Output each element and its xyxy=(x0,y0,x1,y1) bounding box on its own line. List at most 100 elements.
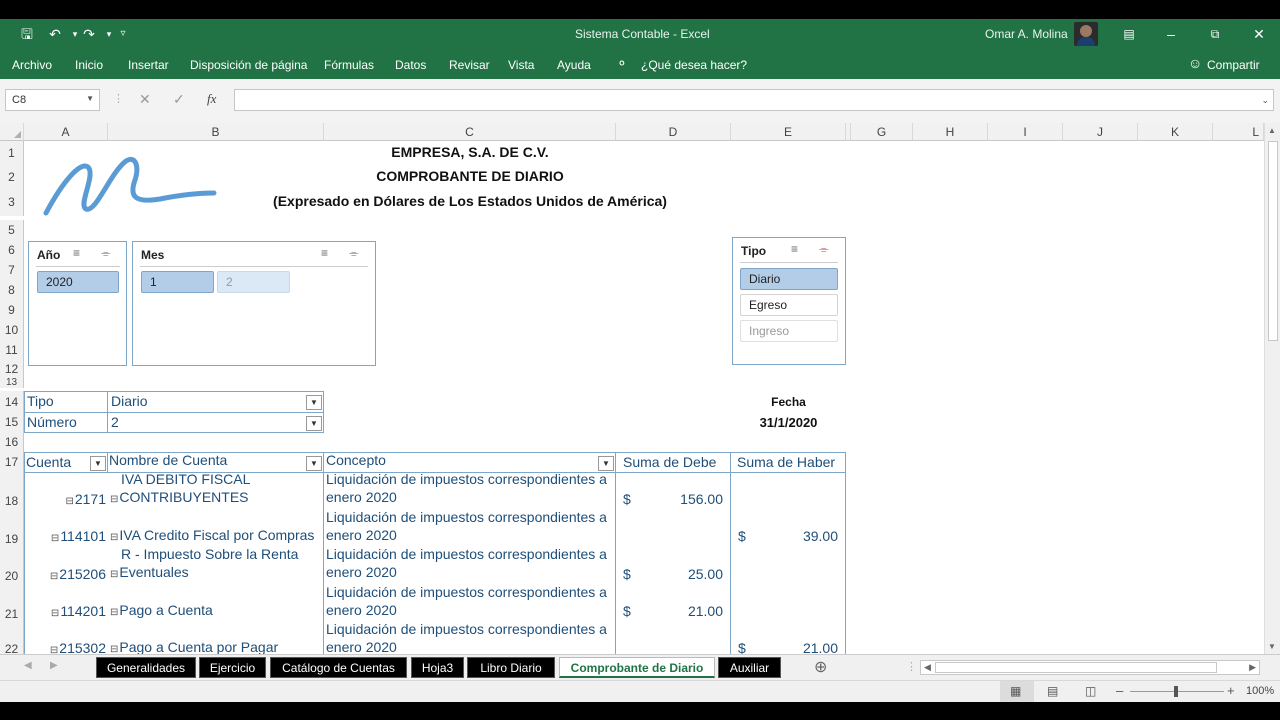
save-icon[interactable]: 🖫 xyxy=(18,25,36,43)
column-header[interactable]: I xyxy=(988,123,1063,141)
scroll-grip-icon[interactable]: ⋮ xyxy=(906,660,917,673)
sheet-tab-catalogo[interactable]: Catálogo de Cuentas xyxy=(270,657,407,678)
column-filter-icon[interactable]: ▼ xyxy=(598,456,614,471)
clear-filter-icon[interactable]: ⌯ xyxy=(349,246,359,261)
sheet-tab-comprobante[interactable]: Comprobante de Diario xyxy=(559,657,715,678)
column-header[interactable]: L xyxy=(1213,123,1264,141)
zoom-out-icon[interactable]: – xyxy=(1116,683,1123,698)
row-header[interactable]: 14 xyxy=(0,391,24,413)
slicer-item-2[interactable]: 2 xyxy=(217,271,290,293)
slicer-type[interactable]: Tipo ≡ ⌯ Diario Egreso Ingreso xyxy=(732,237,846,365)
multi-select-icon[interactable]: ≡ xyxy=(321,246,328,260)
slicer-item-2020[interactable]: 2020 xyxy=(37,271,119,293)
multi-select-icon[interactable]: ≡ xyxy=(791,242,798,256)
column-header[interactable]: B xyxy=(108,123,324,141)
row-header[interactable]: 1 xyxy=(0,141,24,165)
vertical-scrollbar[interactable]: ▲ ▼ xyxy=(1264,123,1280,654)
slicer-item-diario[interactable]: Diario xyxy=(740,268,838,290)
cancel-icon[interactable]: ✕ xyxy=(139,91,151,108)
clear-filter-icon[interactable]: ⌯ xyxy=(819,242,829,257)
tab-ayuda[interactable]: Ayuda xyxy=(557,58,591,72)
scroll-up-icon[interactable]: ▲ xyxy=(1268,126,1276,135)
row-header[interactable]: 16 xyxy=(0,432,24,452)
row-header[interactable]: 10 xyxy=(0,320,24,340)
column-filter-icon[interactable]: ▼ xyxy=(90,456,106,471)
row-header[interactable]: 21 xyxy=(0,586,24,623)
row-header[interactable]: 3 xyxy=(0,189,24,216)
add-sheet-icon[interactable]: ⊕ xyxy=(814,657,827,677)
row-header[interactable]: 12 xyxy=(0,360,24,378)
formula-input[interactable]: ⌄ xyxy=(234,89,1274,111)
sheet-tab-hoja3[interactable]: Hoja3 xyxy=(411,657,464,678)
row-header[interactable]: 5 xyxy=(0,220,24,240)
horizontal-scrollbar[interactable]: ◀ ▶ xyxy=(920,660,1260,675)
row-header[interactable]: 11 xyxy=(0,340,24,360)
avatar[interactable] xyxy=(1074,22,1098,46)
sheet-tab-libro-diario[interactable]: Libro Diario xyxy=(467,657,555,678)
ribbon-options-icon[interactable]: ▤ xyxy=(1120,25,1138,43)
prev-sheet-icon[interactable]: ◀ xyxy=(24,660,32,671)
share-button[interactable]: Compartir xyxy=(1207,58,1260,72)
sheet-tab-auxiliar[interactable]: Auxiliar xyxy=(718,657,781,678)
clear-filter-icon[interactable]: ⌯ xyxy=(101,246,111,261)
slicer-item-1[interactable]: 1 xyxy=(141,271,214,293)
zoom-level[interactable]: 100% xyxy=(1246,685,1274,697)
column-header[interactable]: J xyxy=(1063,123,1138,141)
expand-formula-icon[interactable]: ⌄ xyxy=(1261,95,1269,106)
tab-insertar[interactable]: Insertar xyxy=(128,58,169,72)
close-icon[interactable]: ✕ xyxy=(1250,25,1268,43)
tab-datos[interactable]: Datos xyxy=(395,58,426,72)
slicer-item-ingreso[interactable]: Ingreso xyxy=(740,320,838,342)
customize-toolbar-icon[interactable]: ▿ xyxy=(114,25,132,43)
next-sheet-icon[interactable]: ▶ xyxy=(50,660,58,671)
filter-dropdown-icon[interactable]: ▼ xyxy=(306,395,322,410)
tell-me-search[interactable]: ¿Qué desea hacer? xyxy=(641,58,747,72)
column-header[interactable]: E xyxy=(731,123,846,141)
column-header[interactable]: C xyxy=(324,123,616,141)
tab-revisar[interactable]: Revisar xyxy=(449,58,490,72)
tab-disposicion[interactable]: Disposición de página xyxy=(190,58,307,72)
zoom-in-icon[interactable]: + xyxy=(1227,683,1235,698)
tab-formulas[interactable]: Fórmulas xyxy=(324,58,374,72)
scroll-right-icon[interactable]: ▶ xyxy=(1249,662,1256,673)
minimize-icon[interactable]: – xyxy=(1162,25,1180,43)
scroll-left-icon[interactable]: ◀ xyxy=(924,662,931,673)
row-header[interactable]: 7 xyxy=(0,260,24,280)
row-header[interactable]: 13 xyxy=(0,378,24,388)
row-header[interactable]: 20 xyxy=(0,548,24,586)
multi-select-icon[interactable]: ≡ xyxy=(73,246,80,260)
sheet-tab-ejercicio[interactable]: Ejercicio xyxy=(199,657,266,678)
share-person-icon[interactable]: ☺ xyxy=(1188,55,1202,71)
column-header[interactable]: K xyxy=(1138,123,1213,141)
normal-view-button[interactable]: ▦ xyxy=(1000,681,1034,702)
scroll-thumb[interactable] xyxy=(1268,141,1278,341)
name-box[interactable]: C8 ▼ xyxy=(5,89,100,111)
row-header[interactable]: 19 xyxy=(0,511,24,548)
page-layout-icon[interactable]: ▤ xyxy=(1047,684,1058,698)
row-header[interactable]: 18 xyxy=(0,473,24,511)
column-header[interactable]: A xyxy=(24,123,108,141)
select-all-corner[interactable] xyxy=(0,123,24,141)
row-header[interactable]: 22 xyxy=(0,623,24,654)
enter-icon[interactable]: ✓ xyxy=(173,91,185,108)
row-header[interactable]: 8 xyxy=(0,280,24,300)
insert-function-icon[interactable]: fx xyxy=(207,91,216,107)
row-header[interactable]: 17 xyxy=(0,452,24,473)
undo-icon[interactable]: ↶ xyxy=(46,25,64,43)
sheet-tab-generalidades[interactable]: Generalidades xyxy=(96,657,196,678)
redo-icon[interactable]: ↷ xyxy=(80,25,98,43)
tab-archivo[interactable]: Archivo xyxy=(12,58,52,72)
row-header[interactable]: 9 xyxy=(0,300,24,320)
row-header[interactable]: 2 xyxy=(0,165,24,189)
column-header[interactable]: H xyxy=(913,123,988,141)
slicer-year[interactable]: Año ≡ ⌯ 2020 xyxy=(28,241,127,366)
column-header[interactable]: D xyxy=(616,123,731,141)
row-header[interactable]: 6 xyxy=(0,240,24,260)
zoom-slider-thumb[interactable] xyxy=(1174,686,1178,697)
column-filter-icon[interactable]: ▼ xyxy=(306,456,322,471)
slicer-month[interactable]: Mes ≡ ⌯ 1 2 xyxy=(132,241,376,366)
worksheet-grid[interactable]: A B C D E G H I J K L 1 2 3 5 6 7 8 9 10… xyxy=(0,123,1264,654)
restore-icon[interactable]: ⧉ xyxy=(1206,25,1224,43)
page-break-icon[interactable]: ◫ xyxy=(1085,684,1096,698)
tab-vista[interactable]: Vista xyxy=(508,58,534,72)
